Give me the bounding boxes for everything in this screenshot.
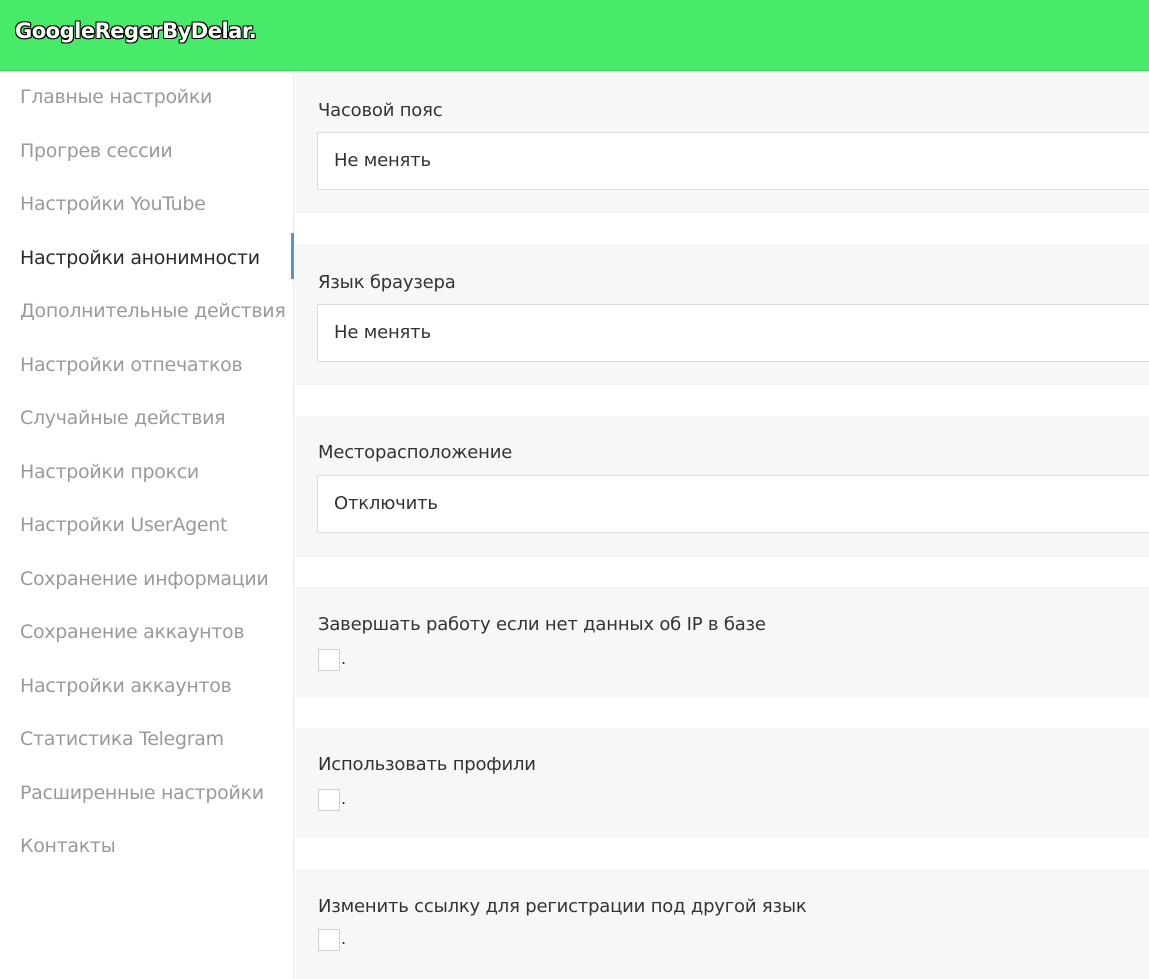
sidebar-item-save-info[interactable]: Сохранение информации <box>20 564 269 594</box>
sidebar-item-proxy-settings[interactable]: Настройки прокси <box>20 457 199 487</box>
use-profiles-suffix: . <box>341 789 347 808</box>
change-registration-link-panel: Изменить ссылку для регистрации под друг… <box>295 869 1149 979</box>
timezone-panel: Часовой пояс Не менять <box>295 72 1149 213</box>
sidebar-item-fingerprint-settings[interactable]: Настройки отпечатков <box>20 350 243 380</box>
browser-language-label: Язык браузера <box>318 272 456 293</box>
location-label: Месторасположение <box>318 442 513 463</box>
timezone-label: Часовой пояс <box>318 100 443 121</box>
sidebar-item-contacts[interactable]: Контакты <box>20 831 116 861</box>
sidebar-item-youtube-settings[interactable]: Настройки YouTube <box>20 189 206 219</box>
active-nav-indicator <box>291 233 294 279</box>
sidebar-item-save-accounts[interactable]: Сохранение аккаунтов <box>20 617 245 647</box>
sidebar-item-advanced-settings[interactable]: Расширенные настройки <box>20 778 264 808</box>
app-header: GoogleRegerByDelar. <box>0 0 1149 71</box>
stop-if-no-ip-panel: Завершать работу если нет данных об IP в… <box>295 587 1149 698</box>
change-registration-link-checkbox[interactable] <box>318 929 340 951</box>
sidebar-item-random-actions[interactable]: Случайные действия <box>20 403 226 433</box>
browser-language-panel: Язык браузера Не менять <box>295 244 1149 385</box>
location-select[interactable]: Отключить <box>317 475 1149 533</box>
use-profiles-label: Использовать профили <box>318 754 536 775</box>
use-profiles-checkbox[interactable] <box>318 789 340 811</box>
stop-if-no-ip-checkbox[interactable] <box>318 649 340 671</box>
sidebar-item-telegram-stats[interactable]: Статистика Telegram <box>20 724 224 754</box>
sidebar-nav: Главные настройки Прогрев сессии Настрой… <box>0 72 294 979</box>
sidebar-item-useragent-settings[interactable]: Настройки UserAgent <box>20 510 227 540</box>
stop-if-no-ip-label: Завершать работу если нет данных об IP в… <box>318 614 766 635</box>
sidebar-item-account-settings[interactable]: Настройки аккаунтов <box>20 671 232 701</box>
browser-language-value: Не менять <box>334 322 431 343</box>
sidebar-item-session-warmup[interactable]: Прогрев сессии <box>20 136 173 166</box>
location-panel: Месторасположение Отключить <box>295 416 1149 557</box>
settings-content: Часовой пояс Не менять Язык браузера Не … <box>295 72 1149 979</box>
browser-language-select[interactable]: Не менять <box>317 304 1149 362</box>
change-registration-link-label: Изменить ссылку для регистрации под друг… <box>318 896 807 917</box>
timezone-select[interactable]: Не менять <box>317 132 1149 190</box>
sidebar-item-anonymity-settings[interactable]: Настройки анонимности <box>20 243 260 273</box>
timezone-value: Не менять <box>334 150 431 171</box>
app-title: GoogleRegerByDelar. <box>15 19 257 43</box>
location-value: Отключить <box>334 493 438 514</box>
change-registration-link-suffix: . <box>341 929 347 948</box>
stop-if-no-ip-suffix: . <box>341 649 347 668</box>
sidebar-item-additional-actions[interactable]: Дополнительные действия <box>20 296 286 326</box>
sidebar-item-main-settings[interactable]: Главные настройки <box>20 82 212 112</box>
use-profiles-panel: Использовать профили . <box>295 728 1149 838</box>
